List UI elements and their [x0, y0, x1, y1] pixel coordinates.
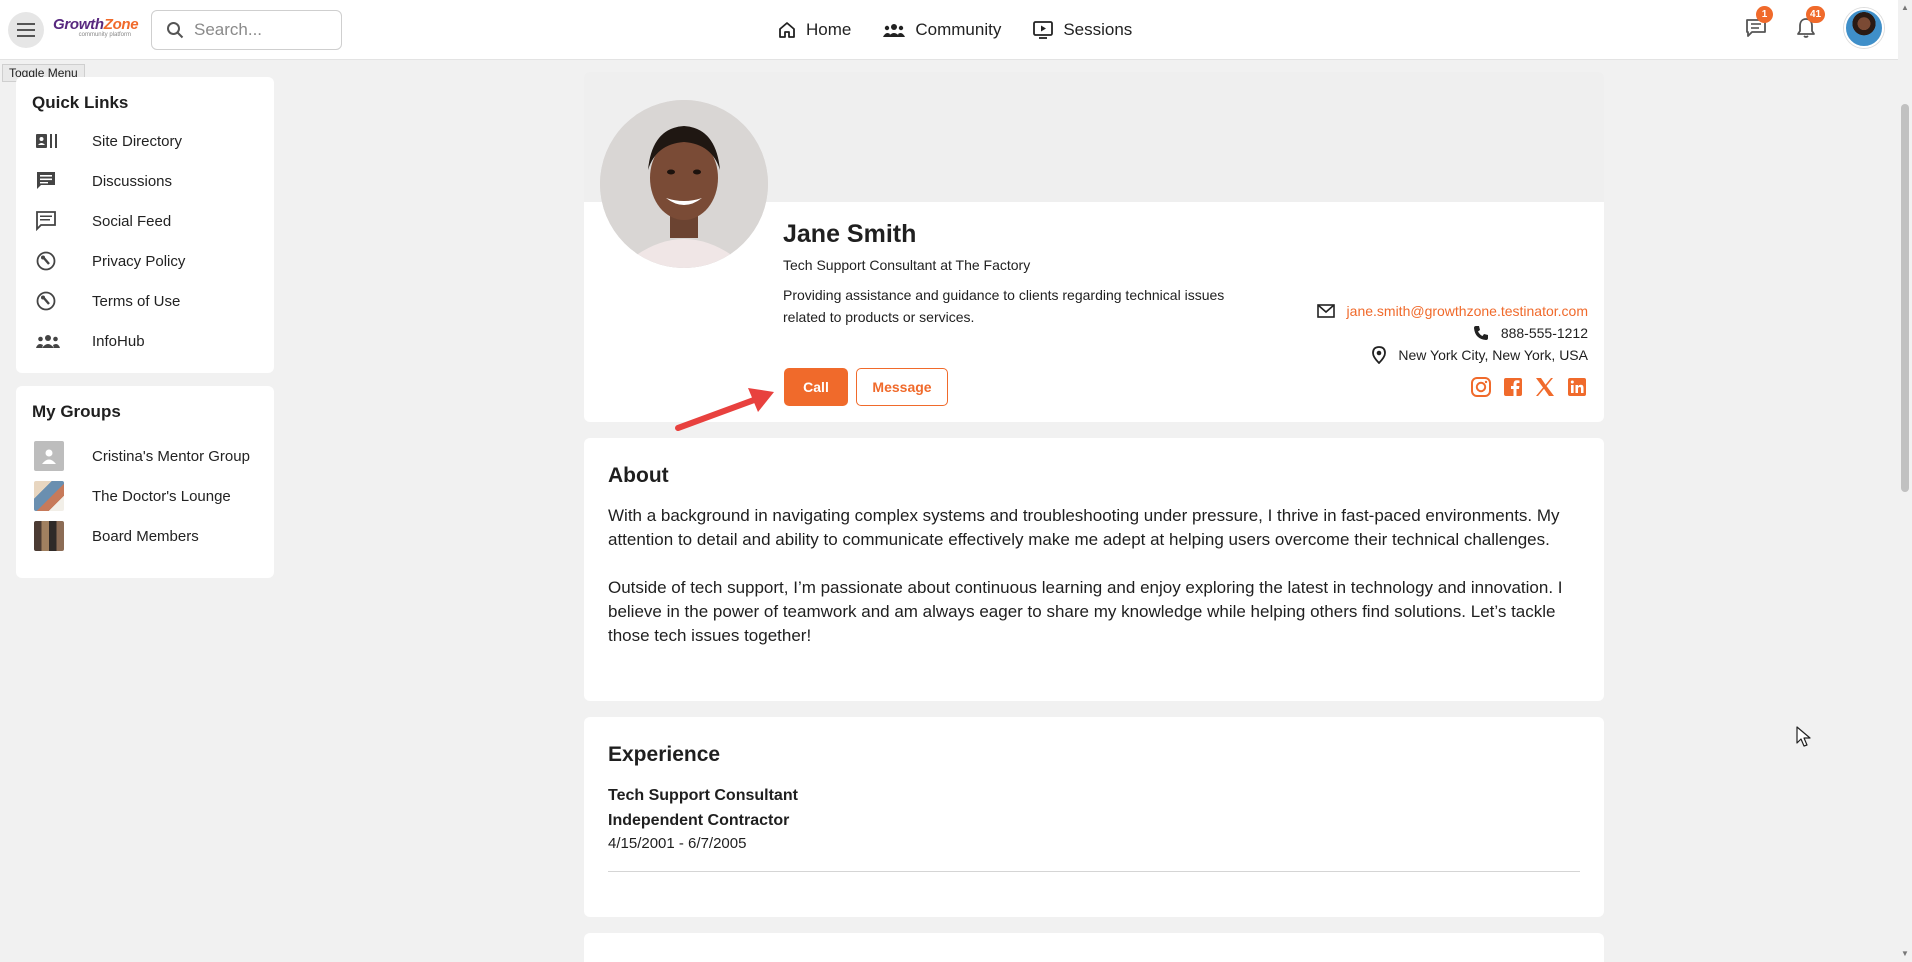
user-avatar[interactable] — [1844, 8, 1884, 48]
my-groups-title: My Groups — [32, 402, 121, 421]
next-section-card — [584, 933, 1604, 962]
sidebar-item-terms-of-use[interactable]: Terms of Use — [32, 281, 258, 321]
contact-email[interactable]: jane.smith@growthzone.testinator.com — [1347, 303, 1588, 319]
sidebar-item-label: Site Directory — [92, 132, 183, 150]
nav-community[interactable]: Community — [883, 20, 1001, 40]
group-label: Board Members — [92, 527, 199, 545]
about-paragraph: Outside of tech support, I’m passionate … — [608, 578, 1563, 645]
toggle-menu-button[interactable] — [8, 12, 44, 48]
scroll-down-arrow-icon[interactable]: ▼ — [1901, 950, 1909, 958]
experience-dates: 4/15/2001 - 6/7/2005 — [608, 835, 747, 852]
experience-item: Tech Support Consultant Independent Cont… — [608, 783, 1580, 872]
group-label: The Doctor's Lounge — [92, 487, 231, 505]
facebook-icon[interactable] — [1502, 376, 1524, 398]
sidebar-item-infohub[interactable]: InfoHub — [32, 321, 258, 361]
sidebar-item-social-feed[interactable]: Social Feed — [32, 201, 258, 241]
logo-text: GrowthZone — [53, 16, 139, 33]
top-right-actions: 1 41 — [1744, 6, 1884, 48]
nav-home-label: Home — [806, 20, 852, 39]
group-avatar-placeholder-icon — [34, 441, 64, 471]
mail-icon — [1316, 304, 1335, 318]
search-icon — [167, 22, 184, 39]
group-label: Cristina's Mentor Group — [92, 447, 250, 465]
x-twitter-icon[interactable] — [1534, 376, 1556, 398]
about-title: About — [608, 464, 669, 487]
profile-header — [584, 72, 1604, 422]
group-item-board-members[interactable]: Board Members — [32, 516, 258, 556]
sidebar-item-label: Discussions — [92, 172, 173, 190]
logo-subtitle: community platform — [78, 32, 131, 38]
feed-icon — [36, 211, 56, 231]
instagram-icon[interactable] — [1470, 376, 1492, 398]
scroll-thumb[interactable] — [1901, 104, 1909, 492]
group-thumbnail — [34, 521, 64, 551]
community-icon — [883, 24, 906, 37]
phone-icon — [1473, 326, 1488, 340]
nav-community-label: Community — [915, 20, 1002, 39]
wrench-icon — [36, 291, 56, 311]
nav-sessions-label: Sessions — [1063, 20, 1133, 39]
scroll-up-arrow-icon[interactable]: ▲ — [1901, 4, 1909, 12]
experience-role: Tech Support Consultant — [608, 787, 798, 804]
home-icon — [779, 22, 795, 38]
sidebar-item-label: Terms of Use — [92, 292, 181, 310]
nav-sessions[interactable]: Sessions — [1033, 20, 1132, 40]
sidebar-item-site-directory[interactable]: Site Directory — [32, 121, 258, 161]
search-box[interactable] — [151, 10, 342, 50]
location-pin-icon — [1372, 346, 1387, 364]
mouse-cursor-icon — [1796, 726, 1811, 747]
sessions-icon — [1033, 21, 1054, 39]
experience-company: Independent Contractor — [608, 812, 790, 829]
contact-phone: 888-555-1212 — [1500, 325, 1588, 341]
messages-badge: 1 — [1756, 6, 1773, 23]
sidebar-item-label: Privacy Policy — [92, 252, 186, 270]
messages-button[interactable]: 1 — [1744, 6, 1773, 40]
page-scrollbar[interactable]: ▲ ▼ — [1898, 0, 1912, 962]
divider — [608, 871, 1580, 872]
profile-job-title: Tech Support Consultant at The Factory — [783, 257, 1031, 273]
quick-links-card: Quick Links Site Directory Discussions S… — [16, 77, 274, 373]
hamburger-icon — [17, 23, 35, 37]
notifications-button[interactable]: 41 — [1794, 6, 1826, 40]
sidebar-item-discussions[interactable]: Discussions — [32, 161, 258, 201]
about-paragraph: With a background in navigating complex … — [608, 506, 1560, 549]
group-thumbnail — [34, 481, 64, 511]
sidebar-item-privacy-policy[interactable]: Privacy Policy — [32, 241, 258, 281]
my-groups-card: My Groups Cristina's Mentor Group The Do… — [16, 386, 274, 578]
sidebar-item-label: Social Feed — [92, 212, 172, 230]
contact-email-row[interactable]: jane.smith@growthzone.testinator.com — [1316, 300, 1588, 322]
contact-location-row: New York City, New York, USA — [1317, 344, 1588, 366]
search-input[interactable] — [194, 20, 324, 40]
group-icon — [36, 335, 60, 348]
profile-bio: Providing assistance and guidance to cli… — [783, 287, 1225, 325]
contact-phone-row[interactable]: 888-555-1212 — [1317, 322, 1588, 344]
discussions-icon — [37, 172, 55, 189]
group-item-doctors-lounge[interactable]: The Doctor's Lounge — [32, 476, 258, 516]
experience-section: Experience Tech Support Consultant Indep… — [584, 717, 1604, 917]
top-bar: GrowthZone community platform Home Commu… — [0, 0, 1898, 60]
experience-title: Experience — [608, 743, 721, 766]
notifications-badge: 41 — [1806, 6, 1826, 23]
message-button[interactable]: Message — [856, 368, 948, 406]
linkedin-icon[interactable] — [1566, 376, 1588, 398]
wrench-icon — [36, 251, 56, 271]
nav-home[interactable]: Home — [778, 20, 851, 40]
annotation-arrow — [675, 388, 774, 431]
sidebar-item-label: InfoHub — [92, 332, 145, 350]
call-button[interactable]: Call — [784, 368, 848, 406]
directory-icon — [36, 134, 57, 148]
growthzone-logo[interactable]: GrowthZone community platform — [53, 16, 139, 43]
social-links — [1470, 376, 1588, 398]
main-nav: Home Community Sessions — [778, 0, 1132, 60]
quick-links-title: Quick Links — [32, 93, 129, 112]
group-item-mentor[interactable]: Cristina's Mentor Group — [32, 436, 258, 476]
contact-location: New York City, New York, USA — [1398, 347, 1588, 363]
about-section: About With a background in navigating co… — [584, 438, 1604, 701]
contact-info: jane.smith@growthzone.testinator.com 888… — [1316, 300, 1588, 366]
profile-name: Jane Smith — [783, 220, 917, 248]
profile-photo — [600, 100, 768, 268]
